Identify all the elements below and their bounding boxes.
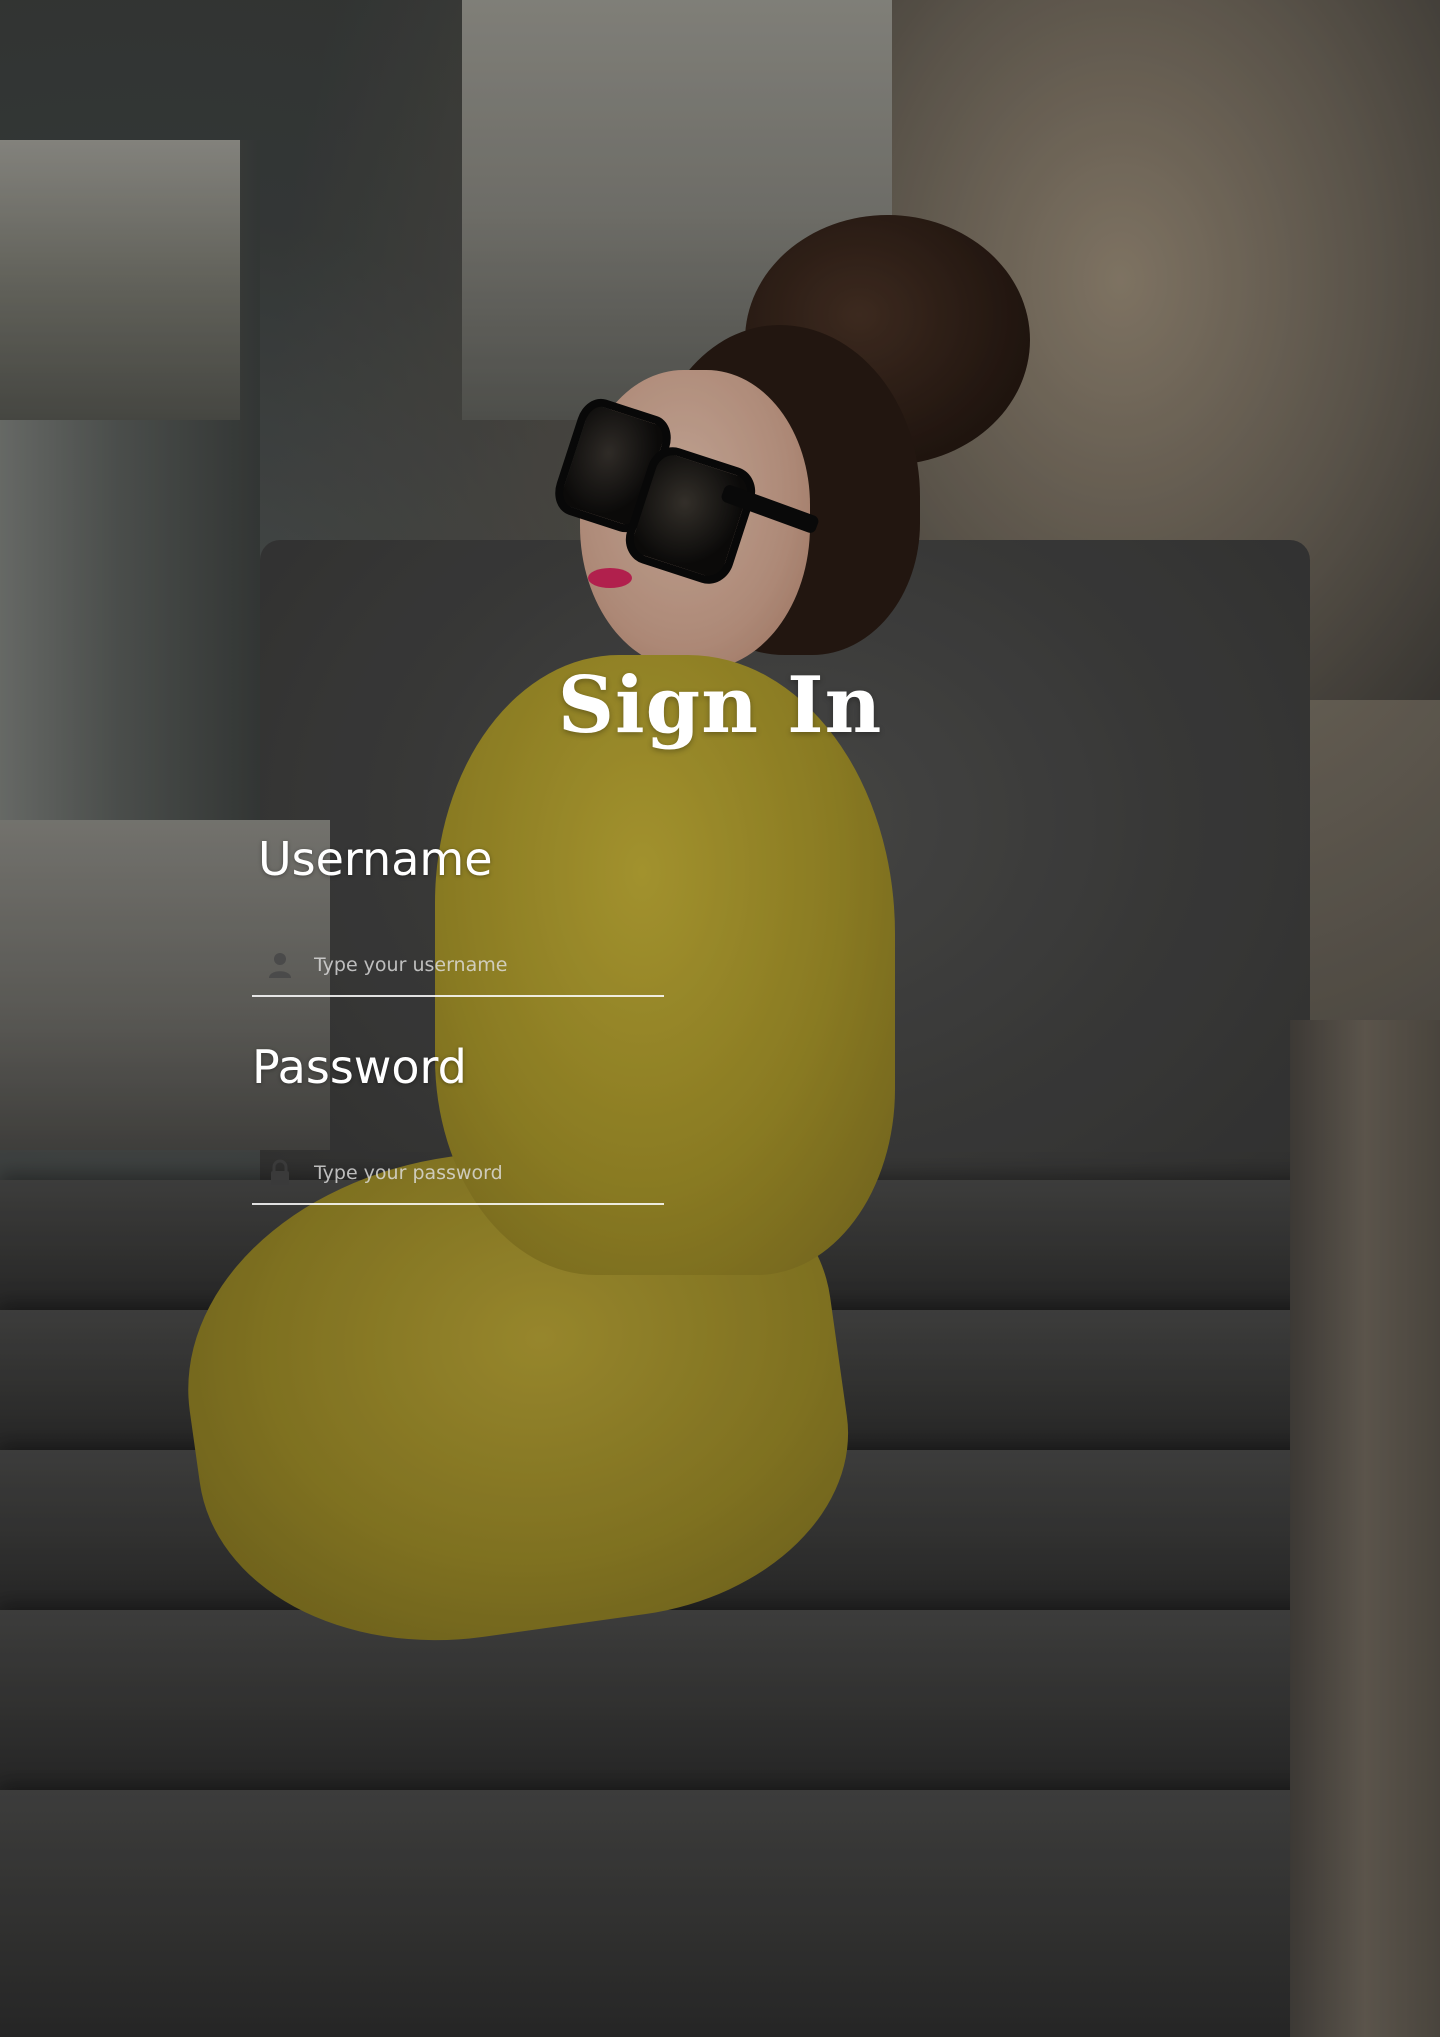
username-field[interactable] — [252, 935, 664, 997]
page-title: Sign In — [557, 660, 883, 751]
username-label: Username — [258, 832, 493, 886]
signin-page: Sign In Username Password — [0, 0, 1440, 2037]
username-input[interactable] — [312, 953, 664, 977]
lock-icon — [260, 1153, 300, 1193]
password-label: Password — [252, 1040, 467, 1094]
password-field[interactable] — [252, 1143, 664, 1205]
password-input[interactable] — [312, 1161, 664, 1185]
user-icon — [260, 945, 300, 985]
